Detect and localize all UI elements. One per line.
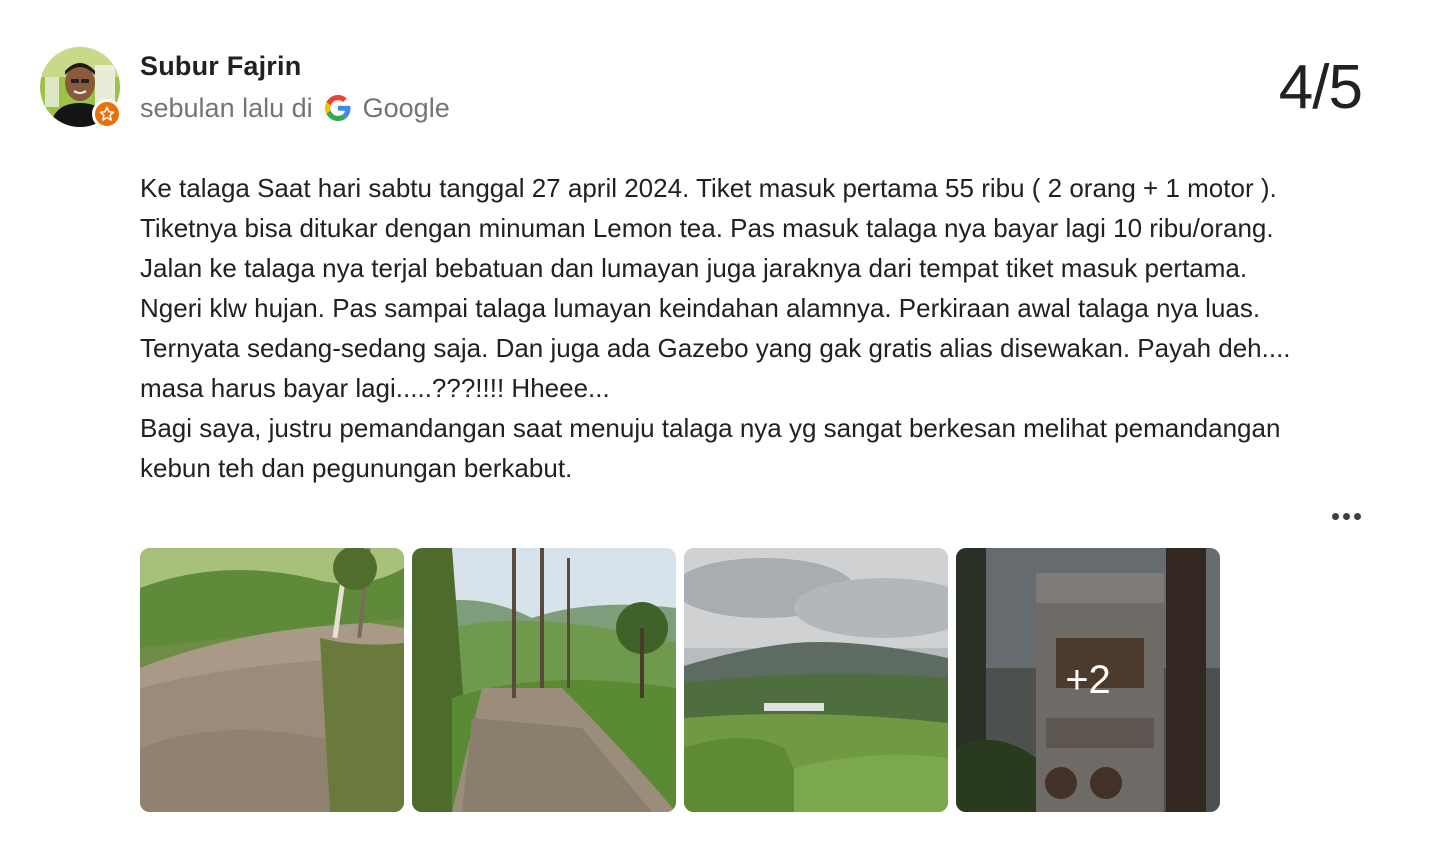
local-guide-star-icon: [92, 99, 122, 129]
review-paragraph: Bagi saya, justru pemandangan saat menuj…: [140, 413, 1281, 483]
more-options-button[interactable]: [1322, 500, 1370, 532]
google-g-icon: [324, 95, 351, 121]
more-photos-count: +2: [956, 548, 1220, 812]
review-paragraph: Ke talaga Saat hari sabtu tanggal 27 apr…: [140, 173, 1291, 403]
review-card: Subur Fajrin sebulan lalu di Google 4/5 …: [0, 0, 1446, 844]
more-horizontal-icon: [1331, 512, 1339, 520]
review-photo-2[interactable]: [412, 548, 676, 812]
more-horizontal-icon-dot: [1342, 512, 1350, 520]
review-photos: +2: [140, 548, 1220, 812]
author-avatar[interactable]: [40, 47, 122, 129]
review-photo-3[interactable]: [684, 548, 948, 812]
rating: 4/5: [1278, 53, 1363, 122]
more-horizontal-icon-dot: [1353, 512, 1361, 520]
review-meta: sebulan lalu di Google: [140, 91, 450, 125]
time-ago: sebulan lalu di: [140, 92, 313, 123]
review-photo-more[interactable]: +2: [956, 548, 1220, 812]
review-source: Google: [362, 92, 450, 123]
author-name[interactable]: Subur Fajrin: [140, 51, 301, 82]
review-photo-1[interactable]: [140, 548, 404, 812]
review-text: Ke talaga Saat hari sabtu tanggal 27 apr…: [140, 168, 1305, 488]
